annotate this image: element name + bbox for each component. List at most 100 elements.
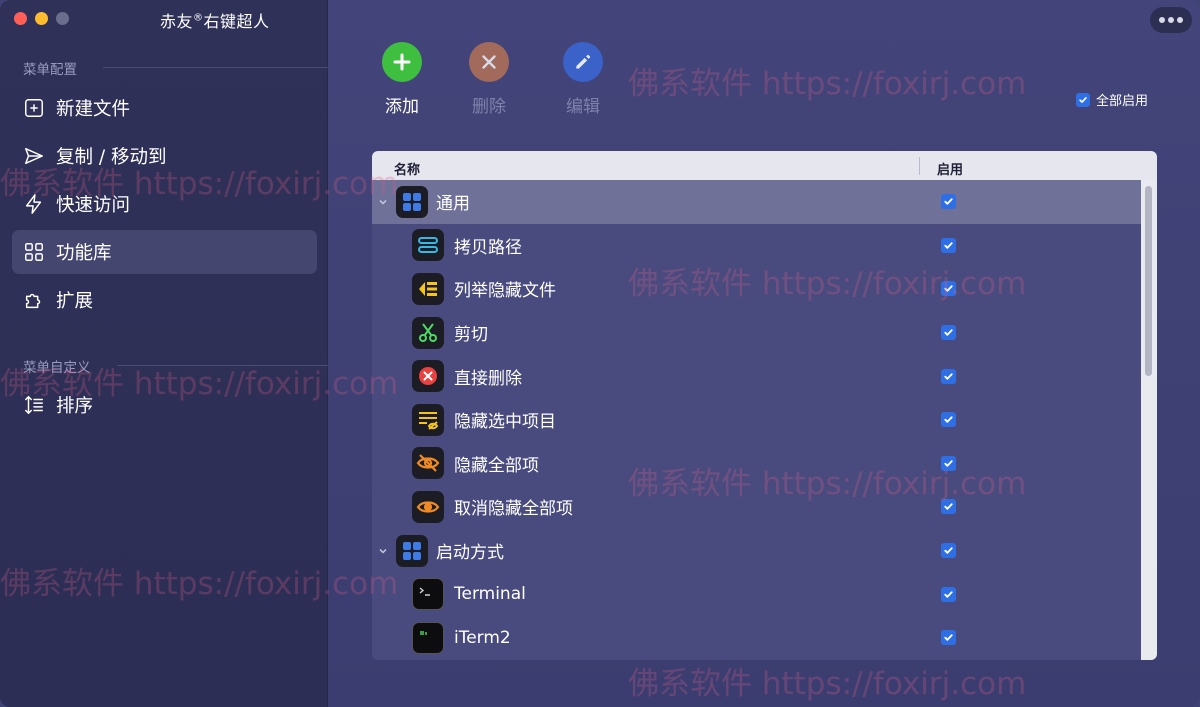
enable-checkbox[interactable] (941, 325, 956, 341)
watermark-text: 佛系软件 https://foxirj.com (628, 66, 1027, 102)
enable-checkbox[interactable] (941, 499, 956, 515)
delete-icon (412, 360, 444, 393)
table-row[interactable]: 拷贝路径 (372, 224, 1141, 268)
row-label: 启动方式 (436, 543, 504, 564)
sidebar-item-label: 扩展 (56, 291, 94, 312)
grid-icon (396, 185, 428, 218)
section-header-custom: 菜单自定义 (23, 360, 91, 376)
puzzle-icon (22, 288, 46, 312)
table-row[interactable]: 剪切 (372, 311, 1141, 355)
column-header-name[interactable]: 名称 (394, 159, 420, 178)
add-icon (382, 42, 422, 82)
iterm-icon (412, 621, 444, 654)
app-title: 赤友®右键超人 (160, 8, 340, 32)
table-header: 名称 启用 (372, 151, 1157, 180)
row-label: 剪切 (454, 325, 488, 346)
grid-icon (396, 534, 428, 567)
enable-checkbox[interactable] (941, 194, 956, 210)
enable-checkbox[interactable] (941, 412, 956, 428)
add-label: 添加 (385, 97, 419, 117)
table-row-group[interactable]: 通用 (372, 180, 1141, 224)
edit-label: 编辑 (566, 97, 600, 117)
column-divider (919, 157, 920, 175)
edit-button[interactable]: 编辑 (553, 42, 613, 117)
table-row[interactable]: 列举隐藏文件 (372, 267, 1141, 311)
sort-icon (22, 393, 46, 417)
row-label: Terminal (454, 584, 526, 605)
row-label: iTerm2 (454, 627, 511, 648)
hide-all-icon (412, 447, 444, 480)
table-scrollbar[interactable] (1141, 180, 1157, 660)
table-row[interactable]: 隐藏选中项目 (372, 398, 1141, 442)
app-title-rest: 右键超人 (203, 12, 270, 31)
scissors-icon (412, 316, 444, 349)
row-label: 隐藏全部项 (454, 455, 539, 476)
table-row[interactable]: Terminal (372, 572, 1141, 616)
enable-checkbox[interactable] (941, 630, 956, 646)
chevron-down-icon[interactable] (377, 545, 389, 557)
row-label: 列举隐藏文件 (454, 281, 556, 302)
table-row[interactable]: 直接删除 (372, 354, 1141, 398)
row-label: 取消隐藏全部项 (454, 499, 573, 520)
bolt-icon (22, 192, 46, 216)
sidebar-item-label: 新建文件 (56, 99, 131, 120)
send-icon (22, 144, 46, 168)
table-body: 通用 拷贝路径 列举隐藏文件 剪切 直接删除 隐藏选中项目 隐藏全部项 取消隐藏… (372, 180, 1141, 660)
enable-all-checkbox[interactable]: 全部启用 (1076, 90, 1148, 109)
table-row-group[interactable]: 启动方式 (372, 529, 1141, 573)
enable-checkbox[interactable] (941, 455, 956, 471)
sidebar-item-copy-move[interactable]: 复制 / 移动到 (12, 134, 317, 178)
section-divider (117, 365, 328, 366)
window-controls (14, 12, 69, 25)
enable-checkbox[interactable] (941, 543, 956, 559)
minimize-window-button[interactable] (35, 12, 48, 25)
sidebar-item-new-file[interactable]: 新建文件 (12, 86, 317, 130)
grid-icon (22, 240, 46, 264)
column-header-enable[interactable]: 启用 (937, 159, 963, 178)
sidebar-item-quick-access[interactable]: 快速访问 (12, 182, 317, 226)
delete-x-icon (469, 42, 509, 82)
table-row[interactable]: 取消隐藏全部项 (372, 485, 1141, 529)
more-dot-icon (1159, 17, 1165, 23)
section-divider (103, 67, 328, 68)
app-window: 赤友®右键超人 菜单配置 新建文件 复制 / 移动到 快速访问 功能库 扩展 菜… (0, 0, 1200, 707)
enable-checkbox[interactable] (941, 237, 956, 253)
row-label: 拷贝路径 (454, 237, 522, 258)
new-file-icon (22, 96, 46, 120)
more-dot-icon (1177, 17, 1183, 23)
list-hidden-icon (412, 272, 444, 305)
delete-button[interactable]: 删除 (459, 42, 519, 117)
more-options-button[interactable] (1150, 7, 1192, 33)
path-icon (412, 229, 444, 262)
enable-checkbox[interactable] (941, 586, 956, 602)
zoom-window-button[interactable] (56, 12, 69, 25)
enable-checkbox[interactable] (941, 368, 956, 384)
chevron-down-icon[interactable] (377, 196, 389, 208)
checkbox-checked-icon (1076, 92, 1090, 107)
app-title-main: 赤友 (160, 12, 194, 31)
pencil-icon (563, 42, 603, 82)
hide-selected-icon (412, 403, 444, 436)
table-row[interactable]: iTerm2 (372, 616, 1141, 660)
delete-label: 删除 (472, 97, 506, 117)
sidebar-item-label: 排序 (56, 396, 94, 417)
row-label: 直接删除 (454, 368, 522, 389)
app-title-mark: ® (193, 12, 204, 24)
add-button[interactable]: 添加 (372, 42, 432, 117)
sidebar-item-sort[interactable]: 排序 (12, 383, 317, 427)
sidebar-item-label: 快速访问 (56, 195, 131, 216)
enable-all-label: 全部启用 (1096, 94, 1149, 109)
row-label: 隐藏选中项目 (454, 412, 556, 433)
watermark-text: 佛系软件 https://foxirj.com (628, 666, 1027, 702)
enable-checkbox[interactable] (941, 281, 956, 297)
scrollbar-thumb[interactable] (1145, 186, 1152, 376)
section-header-config: 菜单配置 (23, 62, 77, 78)
sidebar-item-label: 复制 / 移动到 (56, 147, 167, 168)
show-all-icon (412, 490, 444, 523)
sidebar-item-extensions[interactable]: 扩展 (12, 278, 317, 322)
table-row[interactable]: 隐藏全部项 (372, 442, 1141, 486)
close-window-button[interactable] (14, 12, 27, 25)
sidebar: 赤友®右键超人 菜单配置 新建文件 复制 / 移动到 快速访问 功能库 扩展 菜… (0, 0, 328, 707)
sidebar-item-library[interactable]: 功能库 (12, 230, 317, 274)
feature-table: 名称 启用 通用 拷贝路径 列举隐藏文件 剪切 直接删除 隐藏选中项目 隐藏全部… (372, 151, 1157, 660)
